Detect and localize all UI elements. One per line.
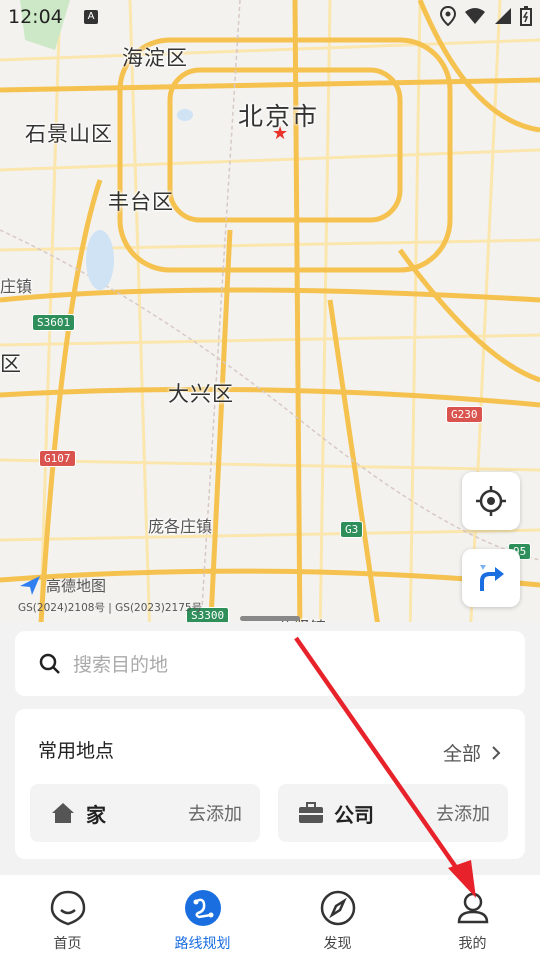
favorites-all-label: 全部 [442, 743, 481, 765]
nav-home[interactable]: 首页 [0, 875, 135, 960]
bottom-nav: 首页 路线规划 发现 我的 [0, 875, 540, 960]
nav-mine-label: 我的 [458, 936, 487, 952]
place-home[interactable]: 家 去添加 [30, 784, 260, 842]
favorites-all-link[interactable]: 全部 [443, 739, 501, 766]
battery-icon [520, 6, 532, 26]
favorites-title: 常用地点 [38, 740, 115, 762]
label-fengtai: 丰台区 [108, 190, 174, 214]
label-daxing: 大兴区 [168, 382, 234, 406]
chevron-right-icon [492, 745, 501, 760]
sheet-drag-handle[interactable] [240, 616, 300, 621]
label-zhen-left: 庄镇 [0, 277, 33, 296]
map-view[interactable]: 海淀区 北京市 ★ 石景山区 丰台区 大兴区 庞各庄镇 庄镇 区 礼贤镇 S36… [0, 0, 540, 640]
road-shield-g3: G3 [340, 521, 364, 538]
nav-route-planning-label: 路线规划 [174, 936, 231, 952]
nav-route-planning[interactable]: 路线规划 [135, 875, 270, 960]
road-shield-g230: G230 [446, 406, 483, 423]
nav-discover[interactable]: 发现 [270, 875, 405, 960]
road-shield-g107: G107 [39, 450, 76, 467]
wifi-icon [465, 8, 485, 24]
route-turn-icon [480, 565, 504, 591]
profile-icon [457, 892, 488, 924]
label-qu-left: 区 [0, 352, 22, 376]
notification-icon: A [84, 10, 98, 24]
location-icon [440, 6, 456, 26]
route-planning-icon [184, 890, 221, 926]
locate-crosshair-icon [476, 486, 506, 516]
capital-star-icon: ★ [272, 123, 289, 144]
map-roads [0, 0, 540, 640]
compass-icon [320, 890, 355, 926]
signal-icon [495, 8, 511, 24]
search-placeholder: 搜索目的地 [73, 654, 169, 676]
place-home-add[interactable]: 去添加 [188, 800, 242, 826]
briefcase-icon [299, 802, 323, 823]
home-icon [52, 803, 74, 823]
label-panggezhuang: 庞各庄镇 [148, 517, 213, 536]
place-work-name: 公司 [334, 802, 374, 827]
nav-home-label: 首页 [53, 936, 82, 952]
locate-me-button[interactable] [462, 472, 520, 530]
label-haidian: 海淀区 [122, 46, 188, 70]
route-button[interactable] [462, 549, 520, 607]
favorite-places-card: 常用地点 全部 家 去添加 公司 去添加 [15, 709, 525, 859]
search-bar[interactable]: 搜索目的地 [15, 631, 525, 696]
nav-discover-label: 发现 [323, 936, 352, 952]
status-time: 12:04 [8, 6, 63, 28]
status-bar: 12:04 A [0, 0, 540, 36]
amap-logo-icon [20, 576, 40, 595]
place-home-name: 家 [86, 802, 106, 827]
search-icon [39, 653, 60, 674]
place-work-add[interactable]: 去添加 [436, 800, 490, 826]
home-face-icon [50, 890, 85, 926]
place-work[interactable]: 公司 去添加 [278, 784, 508, 842]
map-copyright: GS(2024)2108号 | GS(2023)2175号 [18, 602, 203, 614]
label-shijingshan: 石景山区 [25, 122, 113, 146]
nav-mine[interactable]: 我的 [405, 875, 540, 960]
amap-logo: 高德地图 [18, 574, 106, 596]
road-shield-s3601: S3601 [32, 314, 76, 331]
amap-logo-text: 高德地图 [46, 576, 107, 595]
